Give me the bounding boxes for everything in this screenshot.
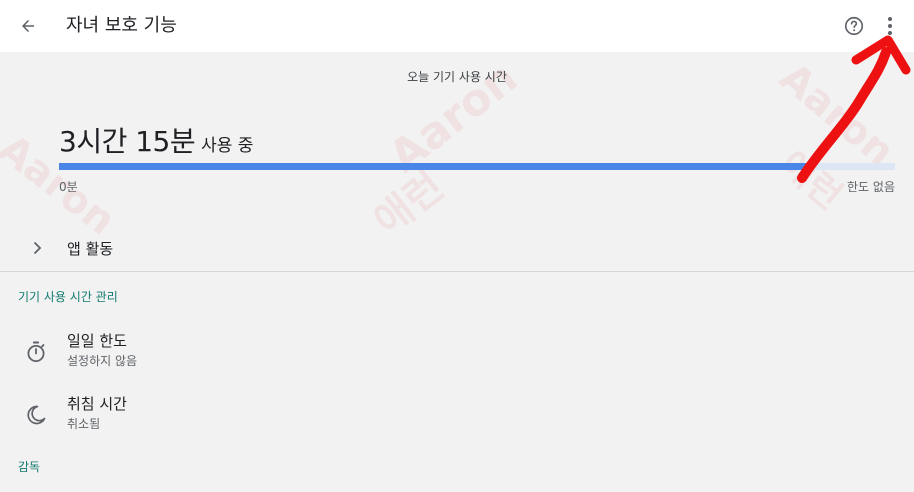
supervision-section-header: 감독 xyxy=(18,460,41,474)
divider xyxy=(0,271,914,272)
more-vert-icon xyxy=(888,17,892,35)
usage-time: 3시간 15분 xyxy=(59,125,196,158)
chevron-right-icon xyxy=(28,238,46,258)
arrow-back-icon xyxy=(22,20,34,32)
app-activity-label: 앱 활동 xyxy=(67,240,114,258)
usage-caption: 오늘 기기 사용 시간 xyxy=(407,70,507,84)
usage-progress-bar xyxy=(59,163,895,170)
daily-limit-row[interactable]: 일일 한도 설정하지 않음 xyxy=(0,327,914,377)
bedtime-status: 취소됨 xyxy=(67,417,101,431)
timer-icon xyxy=(23,339,49,365)
range-min-label: 0분 xyxy=(59,180,78,194)
daily-limit-status: 설정하지 않음 xyxy=(67,354,138,368)
more-options-button[interactable] xyxy=(877,12,903,40)
watermark: 애런 xyxy=(772,143,850,218)
daily-limit-title: 일일 한도 xyxy=(67,332,127,350)
usage-summary: 3시간 15분 사용 중 xyxy=(59,120,253,160)
app-activity-row[interactable]: 앱 활동 xyxy=(0,228,914,268)
back-button[interactable] xyxy=(14,12,42,40)
help-circle-icon xyxy=(844,16,864,36)
bedtime-row[interactable]: 취침 시간 취소됨 xyxy=(0,390,914,440)
page-title: 자녀 보호 기능 xyxy=(66,15,177,36)
usage-suffix: 사용 중 xyxy=(201,136,254,156)
bedtime-title: 취침 시간 xyxy=(67,395,127,413)
help-button[interactable] xyxy=(840,12,868,40)
usage-progress-fill xyxy=(59,163,812,170)
moon-icon xyxy=(23,402,49,428)
screen-time-section-header: 기기 사용 시간 관리 xyxy=(18,290,118,304)
app-bar: 자녀 보호 기능 xyxy=(0,0,914,52)
range-max-label: 한도 없음 xyxy=(847,180,895,194)
main-content: Aaron Aaron 애런 Aaron 애런 오늘 기기 사용 시간 3시간 … xyxy=(0,52,914,492)
